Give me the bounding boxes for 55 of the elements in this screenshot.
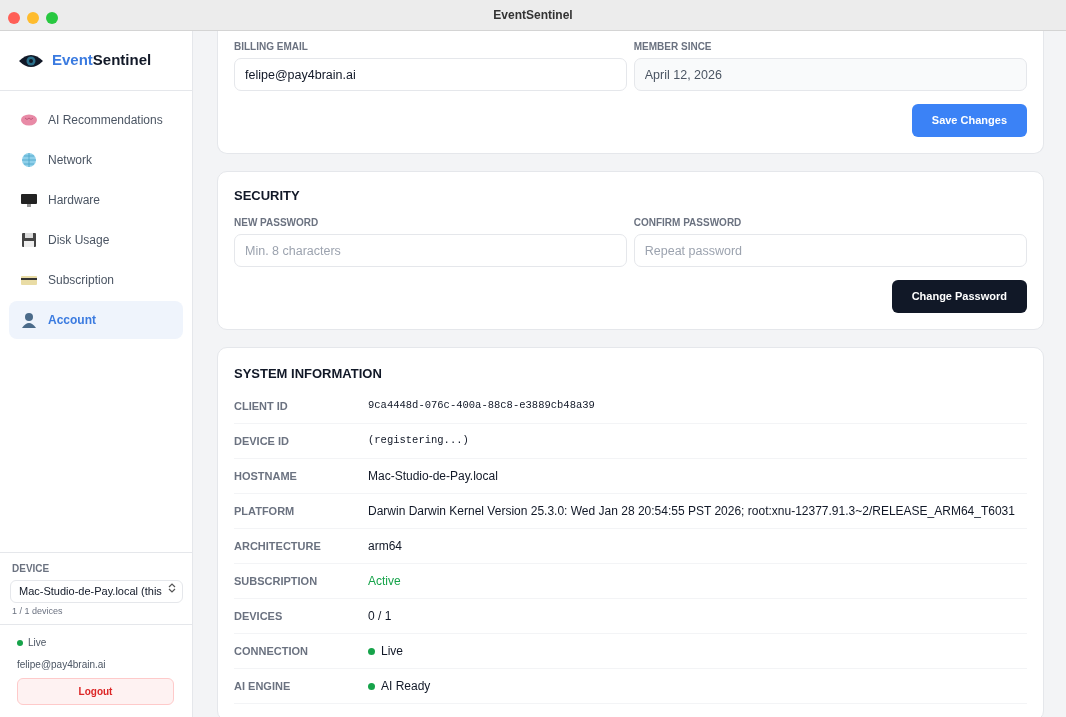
input-field[interactable]: Min. 8 characters [234, 234, 628, 267]
info-value: AI Ready [381, 678, 431, 695]
info-label: PLATFORM [234, 503, 296, 519]
status-dot [368, 682, 375, 690]
info-label: AI ENGINE [234, 678, 292, 694]
info-value: Active [368, 573, 401, 590]
eye-icon [18, 52, 44, 69]
info-value: Darwin Darwin Kernel Version 25.3.0: Wed Jan 28 20:54:55 PST 2026; root:xnu-12377.91.3~2/RELEASE_ARM64_T6031 [368, 503, 1015, 520]
field-label: MEMBER SINCE [633, 40, 713, 54]
info-value: arm64 [368, 538, 402, 555]
info-value: Mac-Studio-de-Pay.local [368, 468, 498, 485]
sidebar-item[interactable]: Disk Usage [9, 221, 183, 259]
input-field[interactable]: Repeat password [633, 234, 1027, 267]
info-value: 0 / 1 [368, 608, 392, 625]
info-label: HOSTNAME [234, 468, 298, 484]
logout-button[interactable]: Logout [17, 678, 174, 705]
device-count: 1 / 1 devices [12, 604, 64, 618]
input-field[interactable]: felipe@pay4brain.ai [234, 58, 628, 91]
info-label: SUBSCRIPTION [234, 573, 319, 589]
info-label: CONNECTION [234, 643, 309, 659]
brand-name: EventSentinel [52, 50, 152, 71]
field-label: NEW PASSWORD [234, 216, 320, 230]
minimize-window-button[interactable] [27, 12, 39, 24]
save-changes-button[interactable]: Save Changes [911, 104, 1027, 137]
info-label: CLIENT ID [234, 398, 289, 414]
zoom-window-button[interactable] [46, 12, 58, 24]
sidebar-item[interactable]: Subscription [9, 261, 183, 299]
chevron-icon [168, 583, 176, 593]
monitor-icon [20, 192, 38, 208]
status-dot [17, 639, 23, 646]
info-label: DEVICES [234, 608, 284, 624]
status-text: Live [28, 636, 47, 650]
sidebar-item[interactable]: Account [9, 301, 183, 339]
info-value: Live [381, 643, 403, 660]
section-title: SECURITY [234, 186, 301, 205]
user-email: felipe@pay4brain.ai [17, 657, 107, 672]
window-title: EventSentinel [493, 7, 573, 24]
info-label: DEVICE ID [234, 433, 290, 449]
close-window-button[interactable] [8, 12, 20, 24]
info-value: 9ca4448d-076c-400a-88c8-e3889cb48a39 [368, 398, 595, 414]
field-label: BILLING EMAIL [234, 40, 309, 54]
person-icon [20, 312, 38, 328]
globe-icon [20, 152, 38, 168]
device-label: DEVICE [12, 562, 51, 576]
field-label: CONFIRM PASSWORD [633, 216, 743, 230]
info-label: ARCHITECTURE [234, 538, 322, 554]
brain-icon [20, 112, 38, 128]
device-select[interactable]: Mac-Studio-de-Pay.local (this [10, 580, 183, 603]
section-title: SYSTEM INFORMATION [234, 364, 383, 383]
sidebar-item[interactable]: AI Recommendations [9, 101, 183, 139]
info-value: (registering...) [368, 433, 469, 449]
sidebar-item[interactable]: Hardware [9, 181, 183, 219]
status-dot [368, 647, 375, 655]
change-password-button[interactable]: Change Password [891, 280, 1027, 313]
sidebar-item[interactable]: Network [9, 141, 183, 179]
